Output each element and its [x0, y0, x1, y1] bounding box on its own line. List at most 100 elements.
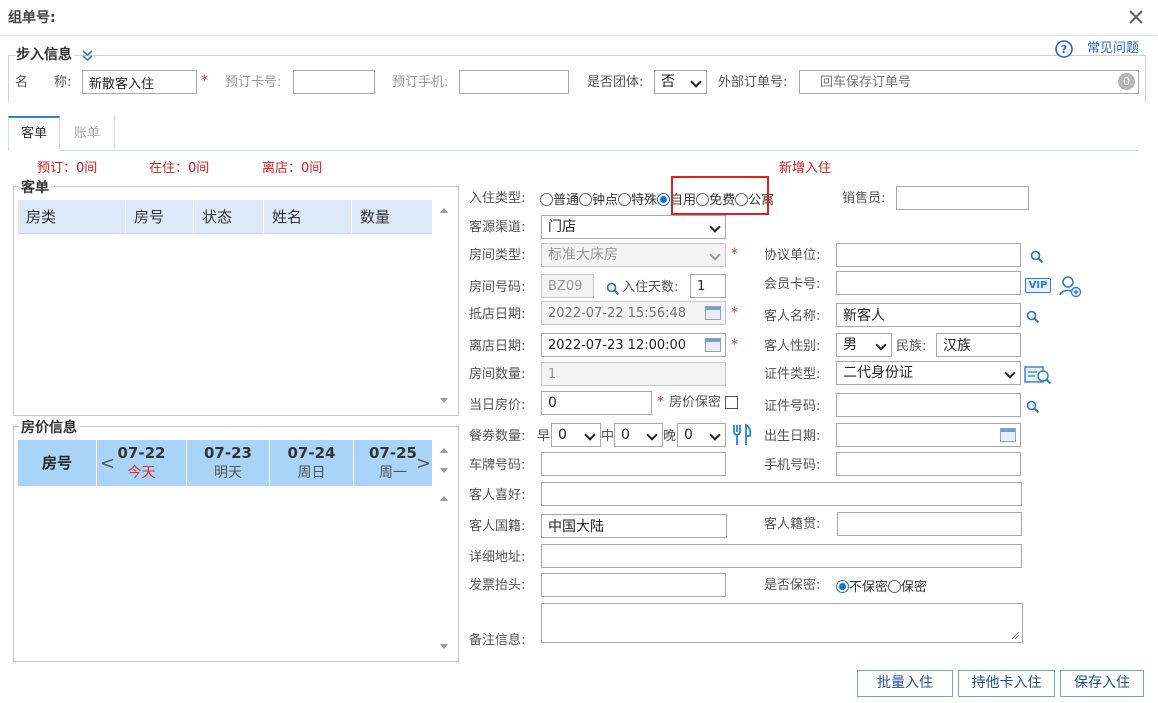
nights-input[interactable]	[690, 274, 726, 298]
birthday-label: 出生日期:	[764, 429, 821, 444]
calendar-icon[interactable]	[705, 306, 721, 320]
hobby-label: 客人喜好:	[469, 488, 526, 503]
is-group-select[interactable]: 否	[654, 70, 707, 94]
address-input[interactable]	[541, 544, 1022, 568]
mobile-input[interactable]	[836, 452, 1021, 476]
external-order-input[interactable]	[799, 70, 1139, 94]
search-icon[interactable]	[1026, 310, 1040, 324]
secret-option[interactable]: 保密	[888, 580, 927, 595]
reserved-count: 预订：0间	[37, 161, 98, 176]
add-user-icon[interactable]	[1058, 274, 1082, 298]
id-no-input[interactable]	[836, 393, 1021, 417]
nationality-input[interactable]	[541, 514, 727, 538]
daily-rate-input[interactable]	[541, 391, 652, 415]
in-house-count: 在住：0间	[149, 161, 210, 176]
origin-label: 客人籍贯:	[764, 517, 821, 532]
room-no-input[interactable]	[541, 274, 594, 298]
save-checkin-button[interactable]: 保存入住	[1060, 670, 1144, 697]
scroll-up-icon[interactable]	[440, 208, 448, 213]
rate-panel-title: 房价信息	[19, 417, 79, 437]
id-type-select[interactable]: 二代身份证	[836, 361, 1021, 385]
room-count-input[interactable]	[541, 362, 726, 386]
help-link[interactable]: 常见问题	[1087, 41, 1139, 57]
name-label: 名 称:	[15, 75, 72, 90]
rate-panel-scrollbar[interactable]	[436, 440, 452, 655]
rate-secret-checkbox[interactable]	[725, 396, 738, 409]
arrival-input[interactable]	[541, 301, 726, 325]
chevron-down-icon	[875, 339, 887, 351]
guest-list-title: 客单	[19, 177, 51, 197]
scroll-down-icon[interactable]	[440, 468, 448, 473]
help-icon[interactable]: ?	[1055, 40, 1073, 58]
guest-name-label: 客人名称:	[764, 309, 821, 324]
agreement-label: 协议单位:	[764, 248, 821, 263]
expand-chevron-icon[interactable]	[81, 50, 94, 62]
column-header[interactable]: 房号	[126, 200, 194, 233]
calendar-icon[interactable]	[705, 338, 721, 352]
invoice-label: 发票抬头:	[469, 578, 526, 593]
secret-option[interactable]: 不保密	[836, 580, 888, 595]
birthday-input[interactable]	[836, 423, 1021, 447]
search-icon[interactable]	[606, 282, 620, 296]
batch-checkin-button[interactable]: 批量入住	[857, 670, 953, 697]
nationality-label: 客人国籍:	[469, 519, 526, 534]
departure-label: 离店日期:	[469, 339, 526, 354]
dinner-select[interactable]: 0	[677, 423, 726, 447]
booking-card-label: 预订卡号:	[225, 75, 282, 90]
resize-grip-icon[interactable]	[1011, 631, 1020, 640]
gender-select[interactable]: 男	[836, 333, 892, 357]
checkin-type-label: 入住类型:	[469, 191, 526, 206]
booking-card-input[interactable]	[293, 70, 375, 94]
highlight-box	[671, 176, 769, 215]
checkin-type-option[interactable]: 钟点	[579, 193, 618, 208]
scroll-up-icon[interactable]	[440, 496, 448, 501]
origin-input[interactable]	[837, 512, 1022, 536]
guest-list-scrollbar[interactable]	[436, 200, 452, 410]
agreement-input[interactable]	[836, 243, 1021, 267]
other-card-checkin-button[interactable]: 持他卡入住	[958, 670, 1055, 697]
scroll-up-icon[interactable]	[440, 448, 448, 453]
rate-day: 07-22 今天	[97, 440, 187, 486]
rate-header: 房号 < 07-22 今天 07-23 明天 07-24 周日 07-25 周一…	[18, 440, 432, 486]
column-header[interactable]: 房类	[18, 200, 126, 233]
guest-name-input[interactable]	[836, 303, 1021, 327]
close-icon[interactable]	[1126, 7, 1146, 27]
id-scan-icon[interactable]	[1024, 365, 1052, 385]
hobby-input[interactable]	[541, 482, 1022, 506]
rate-room-label: 房号	[18, 440, 97, 486]
rate-day: 07-23 明天	[187, 440, 270, 486]
address-label: 详细地址:	[469, 550, 526, 565]
column-header[interactable]: 状态	[194, 200, 264, 233]
checkin-type-option[interactable]: 普通	[540, 193, 579, 208]
name-input[interactable]	[82, 70, 197, 94]
room-type-select[interactable]: 标准大床房	[541, 243, 726, 267]
tab-guest[interactable]: 客单	[8, 116, 60, 151]
departure-input[interactable]	[541, 333, 726, 357]
guest-list-header: 房类 房号 状态 姓名 数量	[18, 200, 432, 234]
cutlery-icon	[731, 423, 753, 447]
tab-bill[interactable]: 账单	[60, 116, 115, 151]
breakfast-select[interactable]: 0	[551, 423, 601, 447]
search-icon[interactable]	[1030, 250, 1044, 264]
column-header[interactable]: 姓名	[264, 200, 352, 233]
next-arrow-icon[interactable]: >	[416, 453, 431, 474]
ethnicity-input[interactable]	[936, 333, 1021, 357]
plate-label: 车牌号码:	[469, 458, 526, 473]
source-select[interactable]: 门店	[541, 215, 726, 239]
invoice-input[interactable]	[541, 573, 726, 597]
column-header[interactable]: 数量	[352, 200, 432, 233]
booking-phone-input[interactable]	[459, 70, 569, 94]
plate-input[interactable]	[541, 452, 726, 476]
lunch-select[interactable]: 0	[614, 423, 663, 447]
member-card-input[interactable]	[836, 271, 1021, 295]
external-order-label: 外部订单号:	[718, 75, 788, 90]
scroll-down-icon[interactable]	[440, 644, 448, 649]
external-order-count-badge: 0	[1118, 73, 1135, 90]
scroll-down-icon[interactable]	[440, 398, 448, 403]
remarks-textarea[interactable]	[541, 603, 1023, 643]
calendar-icon[interactable]	[1000, 428, 1016, 442]
salesperson-input[interactable]	[896, 186, 1029, 210]
search-icon[interactable]	[1026, 400, 1040, 414]
checkin-type-option[interactable]: 特殊	[618, 193, 657, 208]
vip-icon[interactable]: VIP	[1025, 278, 1051, 293]
